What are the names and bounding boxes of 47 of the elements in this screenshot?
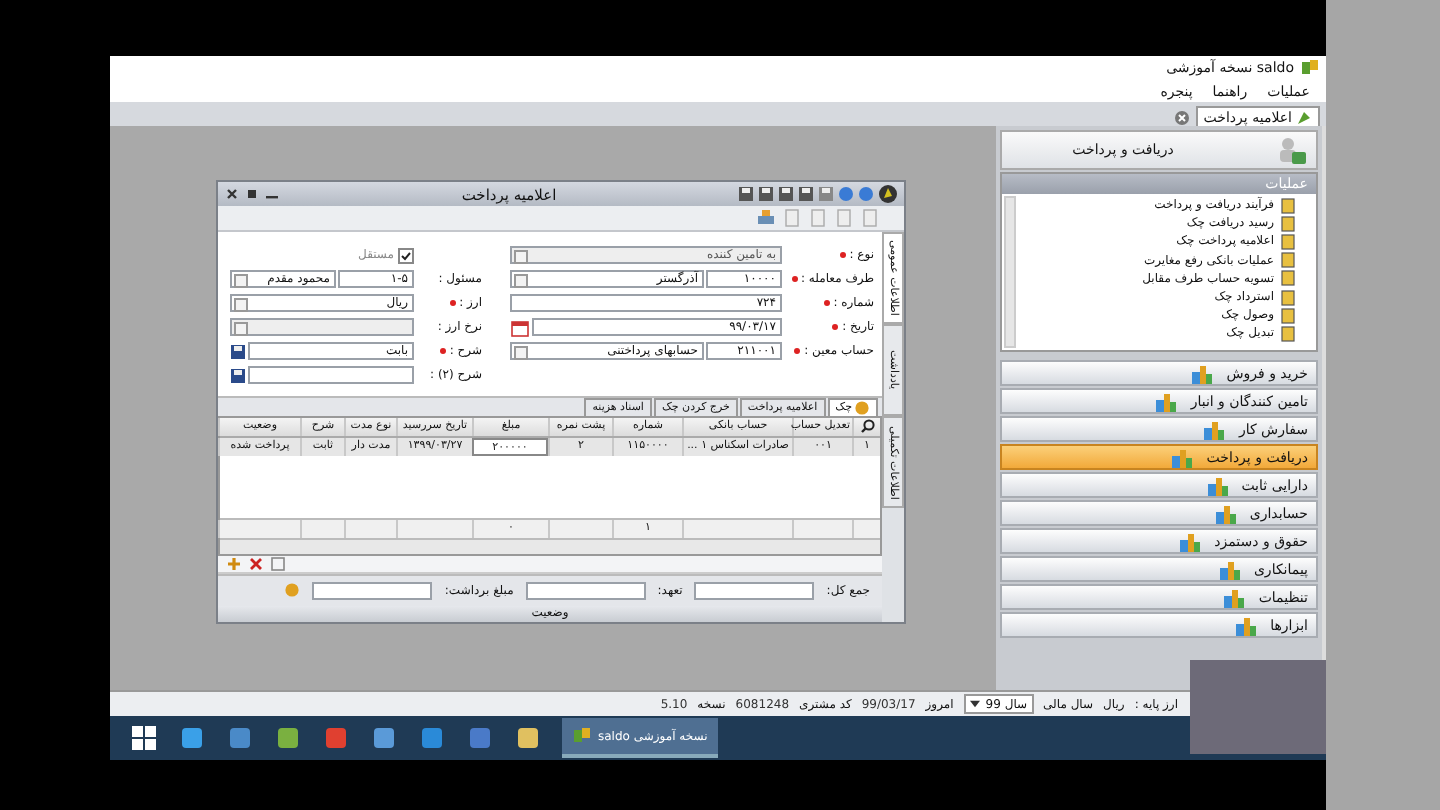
app-icon[interactable] [418,724,446,752]
amount-field[interactable] [525,581,646,600]
text-field[interactable] [248,366,414,384]
blocks-icon [1190,361,1215,385]
amount-field[interactable] [312,581,433,600]
blocks-icon [1222,585,1247,609]
app-logo-icon [572,726,592,746]
delete-icon[interactable] [248,555,264,572]
blocks-icon [1170,445,1195,469]
app-icon[interactable] [514,724,542,752]
add-icon[interactable] [226,555,242,572]
save-icon[interactable] [758,186,774,202]
video-placeholder [1190,660,1326,754]
app-icon[interactable] [322,724,350,752]
people-icon [1276,134,1308,166]
blocks-icon [1202,417,1227,441]
calendar-icon[interactable] [510,317,530,337]
save-icon[interactable] [738,186,754,202]
checkmark-icon [400,249,412,261]
app-logo-icon [1300,58,1320,78]
blocks-icon [1213,501,1238,525]
close-icon[interactable] [1173,110,1190,126]
blocks-icon [1154,389,1179,413]
caret-icon [969,700,980,708]
coin-icon[interactable] [284,582,301,599]
blocks-icon [1217,557,1242,581]
app-logo-icon [878,184,898,204]
coin-icon [854,399,870,416]
maximize-icon[interactable] [244,186,260,202]
windows-logo-icon[interactable] [130,724,158,752]
blocks-icon [1205,473,1230,497]
app-icon[interactable] [178,724,206,752]
save-icon[interactable] [798,186,814,202]
app-icon[interactable] [370,724,398,752]
printer-icon[interactable] [756,208,776,228]
blocks-icon [1234,613,1259,637]
save-icon[interactable] [778,186,794,202]
save-icon[interactable] [230,343,246,359]
save-icon[interactable] [230,367,246,383]
app-icon[interactable] [226,724,254,752]
app-icon[interactable] [274,724,302,752]
amount-field[interactable] [694,581,815,600]
scrollbar[interactable] [1004,196,1016,348]
close-icon[interactable] [224,186,240,202]
blocks-icon [1178,529,1203,553]
search-icon[interactable] [859,418,875,435]
app-icon[interactable] [466,724,494,752]
